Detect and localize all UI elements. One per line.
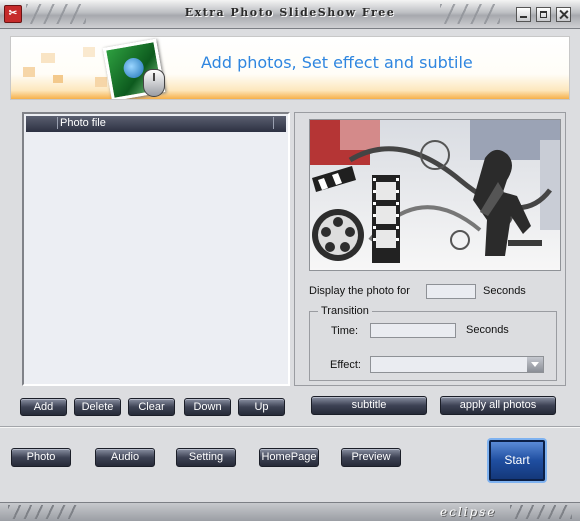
- footer-decoration: [8, 505, 78, 519]
- transition-time-label: Time:: [331, 325, 359, 337]
- display-duration-label: Display the photo for: [309, 285, 410, 297]
- apply-all-photos-button[interactable]: apply all photos: [440, 396, 556, 415]
- minimize-icon[interactable]: [516, 7, 531, 22]
- transition-time-input[interactable]: [370, 323, 456, 338]
- select-column-header[interactable]: [27, 117, 58, 129]
- clear-list-button[interactable]: Clear: [128, 398, 175, 416]
- transition-group: Transition Time: Seconds Effect:: [309, 305, 557, 381]
- display-duration-input[interactable]: [426, 284, 476, 299]
- subtitle-button[interactable]: subtitle: [311, 396, 427, 415]
- title-decoration: [440, 4, 500, 24]
- setting-tab-button[interactable]: Setting: [176, 448, 236, 467]
- move-down-button[interactable]: Down: [184, 398, 231, 416]
- app-window: ✂ Extra Photo SlideShow Free Add photos,…: [0, 0, 580, 521]
- audio-tab-button[interactable]: Audio: [95, 448, 155, 467]
- chevron-down-icon[interactable]: [527, 357, 543, 372]
- title-bar[interactable]: ✂ Extra Photo SlideShow Free: [0, 0, 580, 29]
- photo-tab-button[interactable]: Photo: [11, 448, 71, 467]
- settings-panel: Display the photo for Seconds Transition…: [294, 112, 566, 386]
- section-divider: [0, 426, 580, 428]
- preview-button[interactable]: Preview: [341, 448, 401, 467]
- brand-logo: eclipse: [440, 505, 497, 519]
- header-banner: Add photos, Set effect and subtile: [10, 36, 570, 100]
- footer-decoration: [510, 505, 572, 519]
- status-bar: eclipse: [0, 502, 580, 521]
- maximize-icon[interactable]: [536, 7, 551, 22]
- add-photo-button[interactable]: Add: [20, 398, 67, 416]
- delete-photo-button[interactable]: Delete: [74, 398, 121, 416]
- photo-list-header: Photo file: [26, 116, 286, 132]
- bottom-navigation: Photo Audio Setting HomePage Preview Sta…: [0, 434, 580, 498]
- banner-decoration: [23, 47, 113, 91]
- display-duration-unit: Seconds: [483, 285, 526, 297]
- homepage-button[interactable]: HomePage: [259, 448, 319, 467]
- move-up-button[interactable]: Up: [238, 398, 285, 416]
- start-button[interactable]: Start: [489, 440, 545, 481]
- column-divider: [273, 117, 284, 129]
- transition-group-label: Transition: [318, 305, 372, 317]
- photo-list[interactable]: Photo file: [22, 112, 290, 386]
- close-icon[interactable]: [556, 7, 571, 22]
- photo-file-column-header[interactable]: Photo file: [60, 117, 106, 129]
- banner-headline: Add photos, Set effect and subtile: [201, 53, 473, 72]
- slideshow-preview-graphic: [310, 120, 560, 270]
- mouse-icon: [143, 69, 165, 97]
- transition-effect-select[interactable]: [370, 356, 544, 373]
- transition-time-unit: Seconds: [466, 324, 509, 336]
- transition-effect-label: Effect:: [330, 359, 361, 371]
- preview-image: [309, 119, 561, 271]
